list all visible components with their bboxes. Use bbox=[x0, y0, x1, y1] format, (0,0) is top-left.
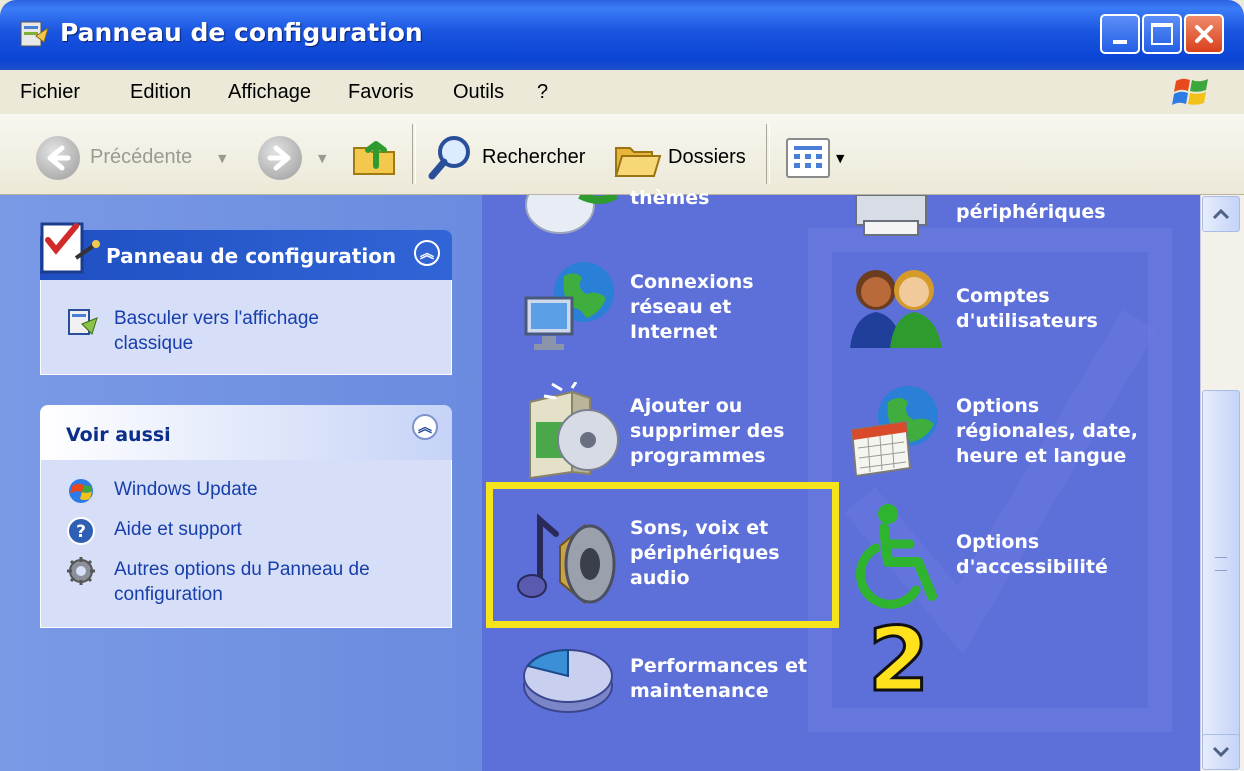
step-annotation: 2 bbox=[866, 608, 930, 711]
forward-dropdown-icon[interactable]: ▼ bbox=[318, 152, 326, 165]
toolbar-separator bbox=[766, 124, 770, 184]
category-performance-text[interactable]: Performances et maintenance bbox=[630, 654, 830, 704]
menu-favoris[interactable]: Favoris bbox=[348, 81, 414, 104]
forward-arrow-icon bbox=[267, 145, 291, 171]
views-grid-icon bbox=[794, 146, 822, 168]
highlight-box bbox=[486, 482, 839, 628]
close-button[interactable] bbox=[1184, 14, 1224, 54]
category-accessibility-label[interactable]: Options d'accessibilité bbox=[956, 530, 1126, 580]
back-dropdown-icon[interactable]: ▼ bbox=[218, 152, 226, 165]
chevron-up-icon bbox=[1212, 208, 1230, 220]
collapse-icon[interactable]: ︽ bbox=[414, 240, 440, 266]
category-programs-label[interactable]: Ajouter ou supprimer des programmes bbox=[630, 394, 800, 469]
category-users-text[interactable]: Comptes d'utilisateurs bbox=[956, 284, 1116, 334]
back-arrow-icon bbox=[47, 145, 71, 171]
grip-icon bbox=[1215, 557, 1227, 571]
svg-text:?: ? bbox=[76, 522, 86, 542]
windows-update-link[interactable]: Windows Update bbox=[114, 477, 258, 502]
category-regional-text[interactable]: Options régionales, date, heure et langu… bbox=[956, 394, 1146, 469]
regional-options-icon[interactable] bbox=[846, 380, 946, 480]
minimize-button[interactable] bbox=[1100, 14, 1140, 54]
network-internet-icon[interactable] bbox=[520, 256, 620, 356]
views-button[interactable] bbox=[786, 138, 830, 178]
control-panel-checklist-icon bbox=[40, 222, 100, 274]
gear-icon bbox=[67, 557, 95, 585]
window-title: Panneau de configuration bbox=[60, 18, 423, 47]
performance-maintenance-icon[interactable] bbox=[518, 636, 618, 716]
panel-title-control-panel: Panneau de configuration bbox=[106, 244, 397, 268]
forward-button[interactable] bbox=[258, 136, 302, 180]
accessibility-icon[interactable] bbox=[848, 500, 948, 610]
maximize-button[interactable] bbox=[1142, 14, 1182, 54]
switch-classic-view-link[interactable]: Basculer vers l'affichage classique bbox=[114, 306, 384, 356]
category-network-label[interactable]: Connexions réseau et Internet bbox=[630, 270, 780, 345]
search-icon[interactable] bbox=[424, 132, 476, 184]
menu-outils[interactable]: Outils bbox=[453, 81, 504, 104]
collapse-icon[interactable]: ︽ bbox=[412, 414, 438, 440]
maximize-icon bbox=[1151, 23, 1173, 45]
category-programs-text[interactable]: Ajouter ou supprimer des programmes bbox=[630, 394, 800, 469]
category-devices-label[interactable]: périphériques bbox=[956, 200, 1106, 225]
themes-icon[interactable] bbox=[520, 195, 620, 240]
menu-help[interactable]: ? bbox=[537, 81, 548, 104]
control-panel-icon bbox=[20, 21, 49, 47]
category-users-label[interactable]: Comptes d'utilisateurs bbox=[956, 284, 1116, 334]
search-button[interactable]: Rechercher bbox=[482, 146, 585, 169]
user-accounts-icon[interactable] bbox=[846, 262, 946, 348]
menu-affichage[interactable]: Affichage bbox=[228, 81, 311, 104]
menu-edition[interactable]: Edition bbox=[130, 81, 191, 104]
add-remove-programs-icon[interactable] bbox=[522, 382, 622, 482]
scroll-up-button[interactable] bbox=[1202, 196, 1240, 232]
back-label[interactable]: Précédente bbox=[90, 146, 192, 169]
chevron-down-icon bbox=[1212, 746, 1230, 758]
views-dropdown-icon[interactable]: ▼ bbox=[836, 152, 844, 165]
scrollbar-thumb[interactable] bbox=[1202, 390, 1240, 740]
close-icon bbox=[1195, 25, 1213, 43]
folders-icon[interactable] bbox=[612, 132, 664, 184]
switch-view-icon bbox=[68, 309, 98, 335]
printer-icon[interactable] bbox=[846, 195, 946, 240]
folders-button[interactable]: Dossiers bbox=[668, 146, 746, 169]
windows-logo-icon bbox=[1172, 78, 1208, 105]
category-themes-label[interactable]: thèmes bbox=[630, 186, 710, 211]
minimize-icon bbox=[1113, 40, 1127, 44]
help-icon: ? bbox=[67, 517, 95, 545]
category-regional-label[interactable]: Options régionales, date, heure et langu… bbox=[956, 394, 1146, 469]
menu-fichier[interactable]: Fichier bbox=[20, 81, 80, 104]
category-performance-label[interactable]: Performances et maintenance bbox=[630, 654, 830, 704]
scroll-down-button[interactable] bbox=[1202, 734, 1240, 770]
toolbar-separator bbox=[412, 124, 416, 184]
category-network-text[interactable]: Connexions réseau et Internet bbox=[630, 270, 780, 345]
other-options-link[interactable]: Autres options du Panneau de configurati… bbox=[114, 557, 414, 607]
up-folder-button[interactable] bbox=[350, 130, 400, 180]
windows-update-icon bbox=[69, 479, 93, 503]
category-accessibility-text[interactable]: Options d'accessibilité bbox=[956, 530, 1126, 580]
help-support-link[interactable]: Aide et support bbox=[114, 517, 242, 542]
panel-title-see-also: Voir aussi bbox=[66, 424, 171, 446]
back-button[interactable] bbox=[36, 136, 80, 180]
